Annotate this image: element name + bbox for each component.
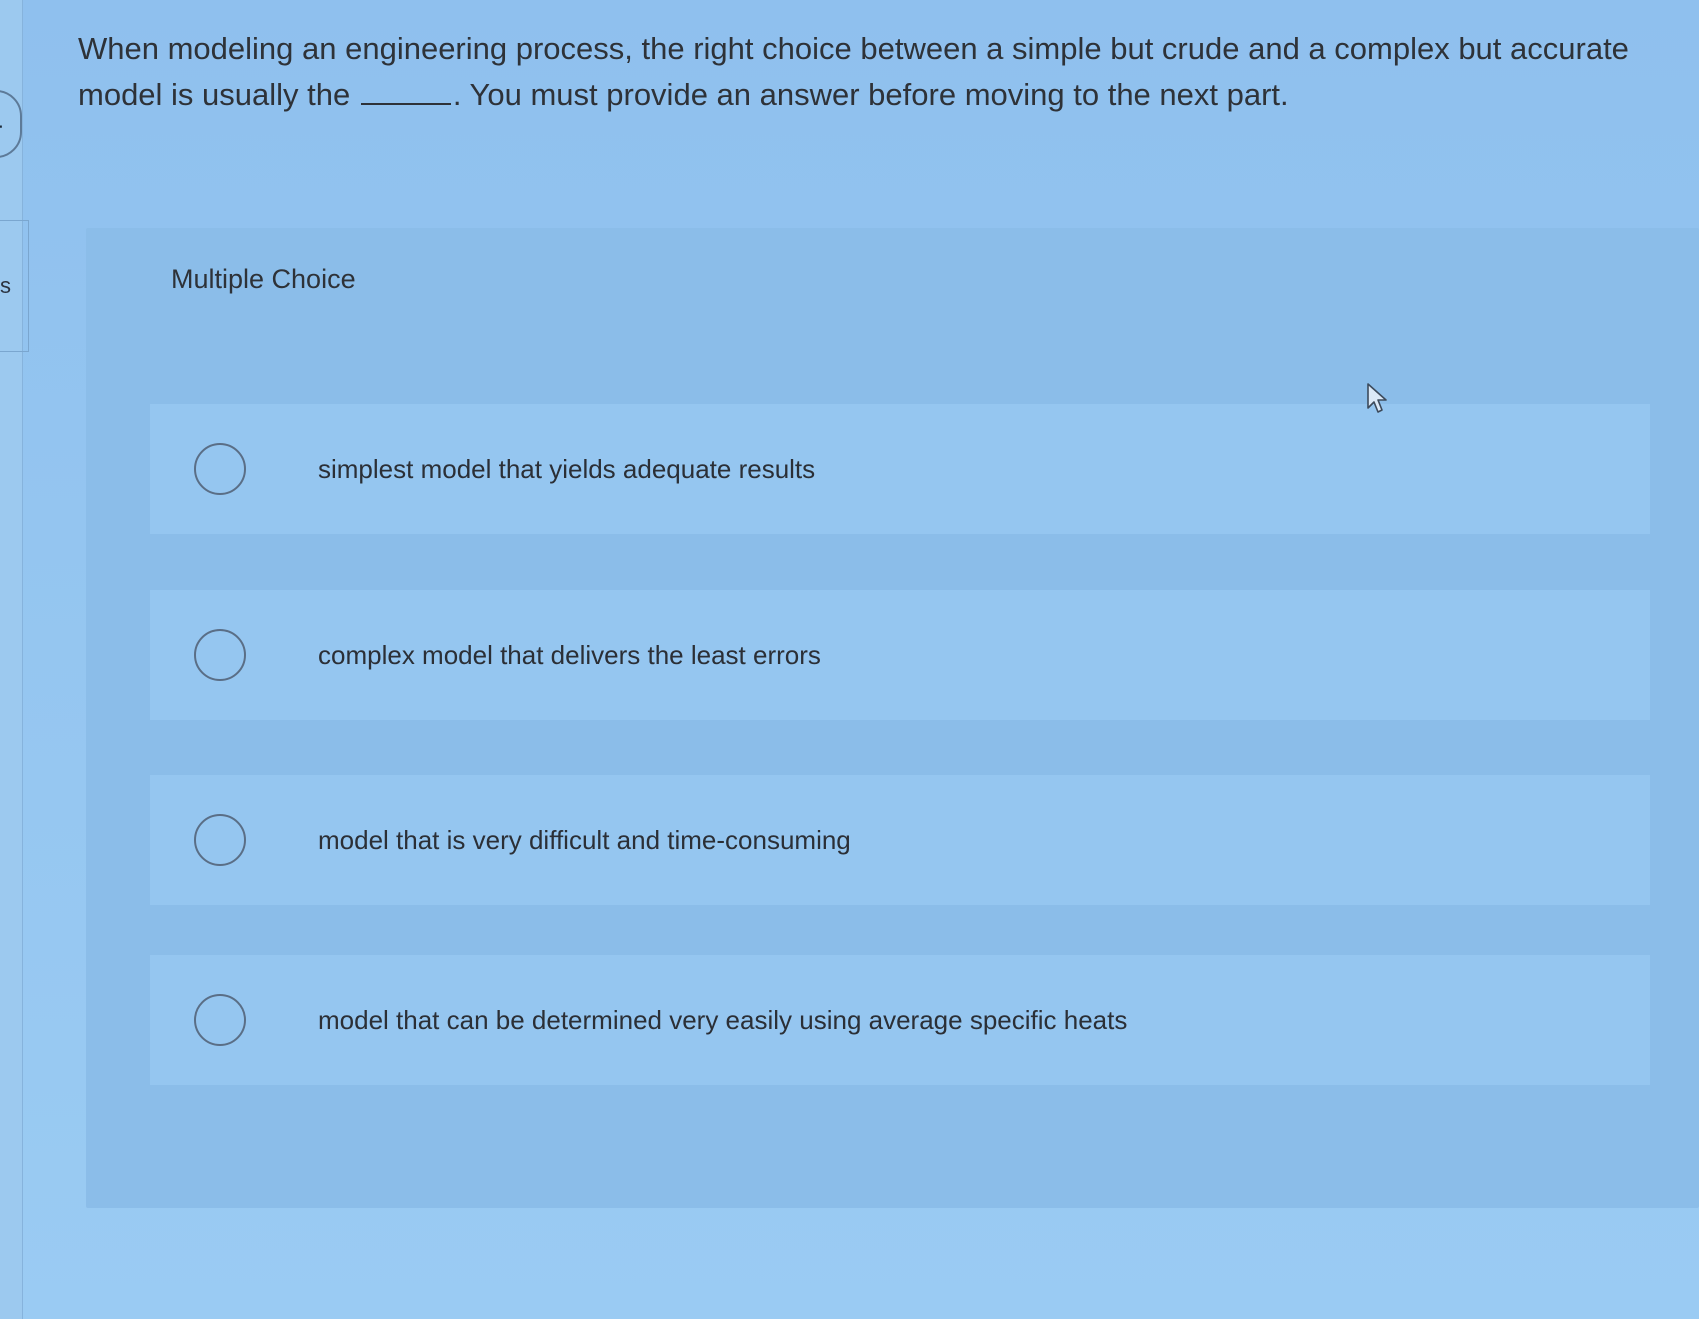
option-label: complex model that delivers the least er… (318, 639, 821, 670)
radio-button[interactable] (194, 629, 246, 681)
option-1[interactable]: simplest model that yields adequate resu… (150, 404, 1650, 534)
multiple-choice-label: Multiple Choice (171, 264, 356, 294)
question-number: 4 (0, 111, 2, 137)
question-number-badge[interactable]: 4 (0, 90, 22, 158)
question-prompt: When modeling an engineering process, th… (78, 26, 1658, 118)
question-text-after: . You must provide an answer before movi… (452, 77, 1289, 112)
rail-tab-label: s (0, 273, 11, 298)
answer-blank (360, 75, 451, 105)
radio-button[interactable] (194, 994, 246, 1046)
option-4[interactable]: model that can be determined very easily… (150, 955, 1650, 1085)
option-3[interactable]: model that is very difficult and time-co… (150, 775, 1650, 905)
option-2[interactable]: complex model that delivers the least er… (150, 590, 1650, 720)
left-rail: 4 s (0, 0, 29, 1319)
rail-tab[interactable]: s (0, 220, 29, 352)
option-label: model that is very difficult and time-co… (318, 824, 851, 855)
mouse-pointer-icon (1367, 383, 1387, 413)
radio-button[interactable] (194, 814, 246, 866)
option-label: model that can be determined very easily… (318, 1004, 1128, 1035)
radio-button[interactable] (194, 443, 246, 495)
option-label: simplest model that yields adequate resu… (318, 453, 816, 484)
